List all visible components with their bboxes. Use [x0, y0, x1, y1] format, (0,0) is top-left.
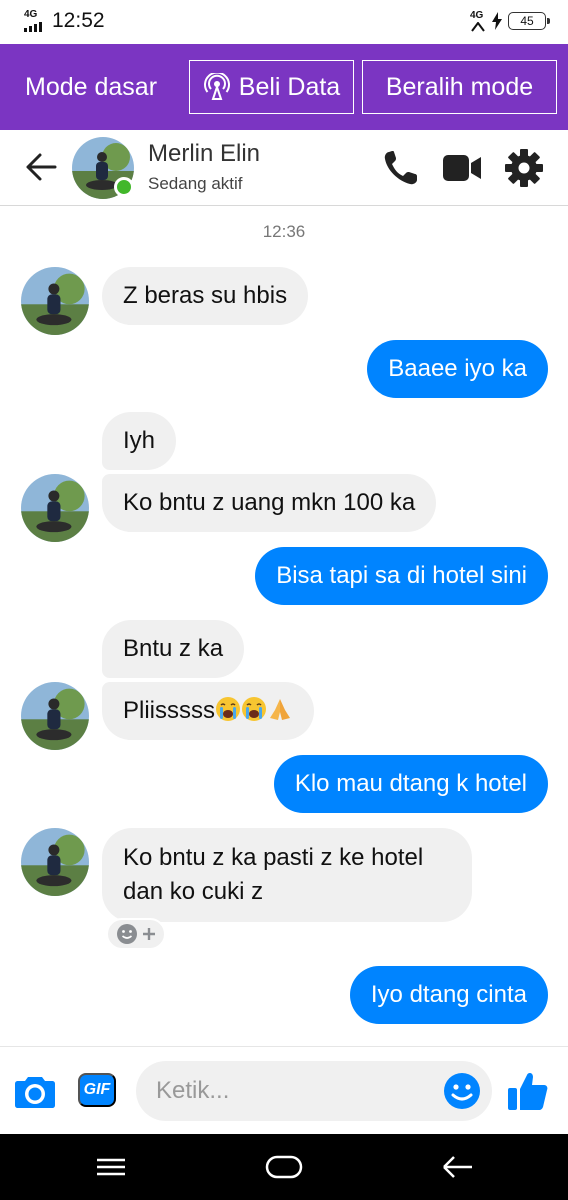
gear-icon[interactable] — [503, 148, 545, 188]
menu-icon[interactable] — [91, 1150, 131, 1184]
status-bar: 4G 12:52 4G 45 — [0, 0, 568, 44]
mode-label: Mode dasar — [25, 73, 158, 101]
incoming-message[interactable]: Pliisssss — [102, 682, 315, 740]
charging-icon — [492, 12, 502, 30]
outgoing-message[interactable]: Klo mau dtang k hotel — [273, 755, 548, 813]
camera-icon[interactable] — [14, 1072, 56, 1110]
crying-face-emoji-icon — [242, 697, 267, 721]
add-reaction-button[interactable] — [106, 918, 166, 950]
chat-header: Merlin Elin Sedang aktif — [0, 130, 568, 206]
composer: GIF — [0, 1046, 568, 1134]
mode-bar: Mode dasar Beli Data Beralih mode — [0, 44, 568, 130]
thumbs-up-icon[interactable] — [506, 1069, 550, 1113]
home-icon[interactable] — [264, 1150, 304, 1184]
switch-mode-button[interactable]: Beralih mode — [362, 60, 557, 114]
video-camera-icon[interactable] — [441, 148, 483, 188]
phone-icon[interactable] — [381, 148, 423, 188]
buy-data-label: Beli Data — [238, 72, 341, 101]
message-timestamp: 12:36 — [262, 222, 306, 241]
folded-hands-emoji-icon — [270, 699, 291, 720]
back-arrow-icon[interactable] — [24, 150, 58, 184]
incoming-message[interactable]: Iyh — [102, 412, 177, 470]
avatar[interactable] — [21, 474, 89, 542]
message-text: Pliisssss — [123, 697, 216, 724]
avatar[interactable] — [21, 682, 89, 750]
clock: 12:52 — [52, 9, 105, 32]
battery-icon: 45 — [508, 12, 550, 30]
incoming-message[interactable]: Z beras su hbis — [102, 267, 309, 325]
buy-data-button[interactable]: Beli Data — [189, 60, 354, 114]
broadcast-icon — [203, 73, 230, 100]
outgoing-message[interactable]: Baaee iyo ka — [367, 340, 548, 398]
contact-name[interactable]: Merlin Elin — [148, 140, 260, 168]
contact-status: Sedang aktif — [148, 174, 243, 193]
avatar[interactable] — [21, 267, 89, 335]
outgoing-message[interactable]: Iyo dtang cinta — [349, 966, 548, 1024]
signal-icon: 4G — [24, 8, 46, 34]
message-input[interactable] — [136, 1061, 492, 1121]
system-nav-bar — [0, 1134, 568, 1200]
gif-button[interactable]: GIF — [78, 1073, 116, 1107]
emoji-icon[interactable] — [442, 1071, 482, 1111]
back-icon[interactable] — [438, 1150, 478, 1184]
outgoing-message[interactable]: Bisa tapi sa di hotel sini — [255, 547, 548, 605]
plus-icon — [143, 928, 155, 940]
incoming-message[interactable]: Ko bntu z uang mkn 100 ka — [102, 474, 437, 532]
incoming-message[interactable]: Bntu z ka — [102, 620, 245, 678]
avatar[interactable] — [21, 828, 89, 896]
incoming-message[interactable]: Ko bntu z ka pasti z ke hotel dan ko cuk… — [102, 828, 472, 922]
crying-face-emoji-icon — [216, 697, 241, 721]
switch-mode-label: Beralih mode — [385, 72, 534, 101]
smiley-icon — [117, 924, 137, 944]
online-indicator — [114, 177, 134, 197]
network-icon: 4G — [470, 10, 486, 32]
